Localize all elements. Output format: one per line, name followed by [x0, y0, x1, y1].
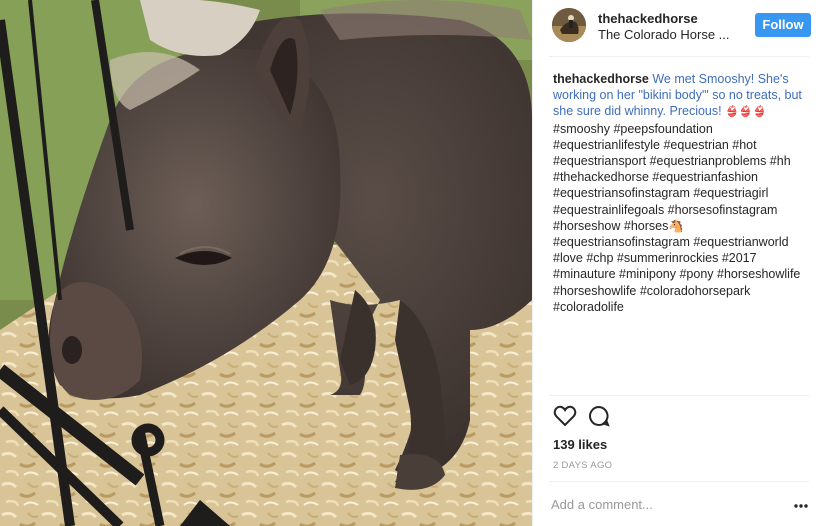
actions-divider: [549, 395, 809, 396]
post-header: thehackedhorse The Colorado Horse ... Fo…: [533, 0, 830, 56]
speech-bubble-icon[interactable]: [588, 405, 610, 432]
bikini-emoji: 👙👙👙: [725, 106, 767, 119]
comment-input[interactable]: [551, 494, 781, 514]
header-divider: [549, 56, 809, 57]
post-timestamp: 2 DAYS AGO: [553, 460, 613, 471]
post-sidebar: thehackedhorse The Colorado Horse ... Fo…: [532, 0, 830, 526]
instagram-post: thehackedhorse The Colorado Horse ... Fo…: [0, 0, 830, 526]
more-options-icon[interactable]: [793, 498, 809, 508]
post-photo[interactable]: [0, 0, 532, 526]
post-caption: thehackedhorse We met Smooshy! She's wor…: [553, 71, 815, 315]
pony-photo-image: [0, 0, 532, 526]
heart-outline-icon[interactable]: [553, 405, 577, 432]
comment-divider: [549, 481, 809, 482]
avatar[interactable]: [552, 8, 586, 42]
caption-username[interactable]: thehackedhorse: [553, 72, 649, 86]
likes-count[interactable]: 139 likes: [553, 437, 607, 452]
avatar-photo-icon: [552, 8, 586, 42]
header-location[interactable]: The Colorado Horse ...: [598, 27, 733, 42]
follow-button[interactable]: Follow: [755, 13, 811, 37]
header-username[interactable]: thehackedhorse: [598, 11, 698, 26]
caption-hashtags[interactable]: #smooshy #peepsfoundation #equestrianlif…: [553, 122, 800, 314]
